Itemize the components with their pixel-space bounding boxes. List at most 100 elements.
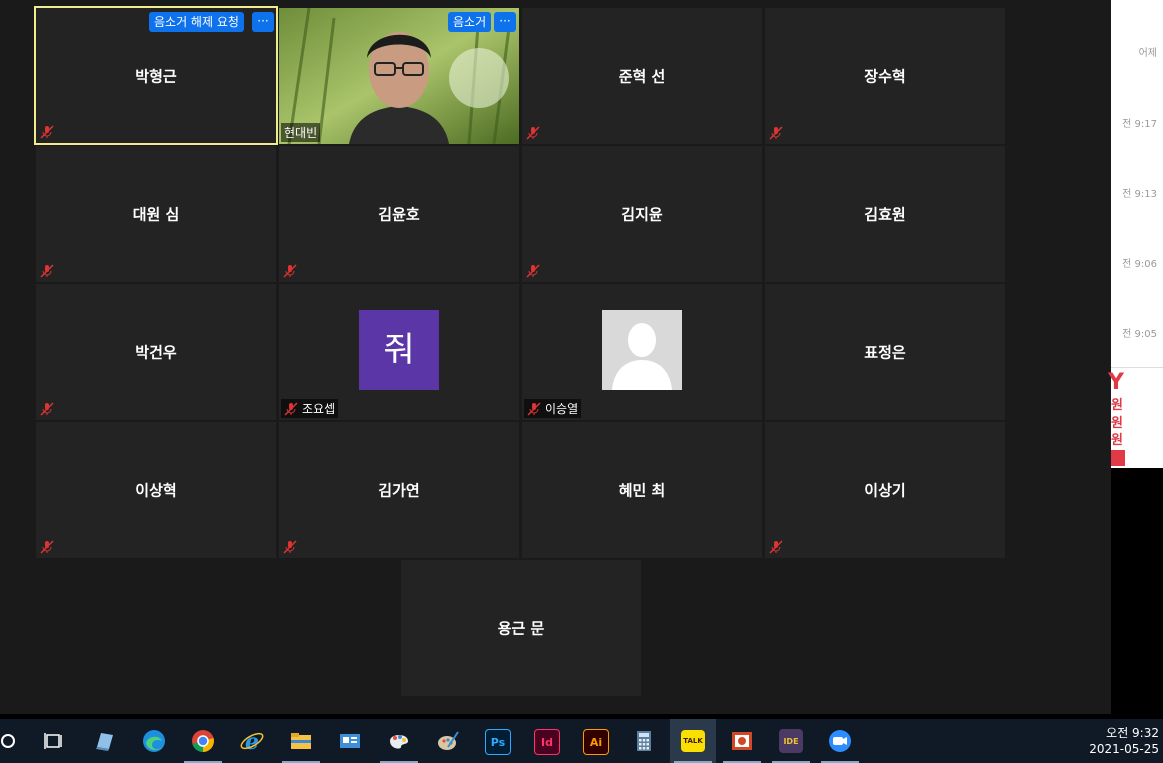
taskbar-app-explorer[interactable] xyxy=(278,719,324,763)
powerpoint-icon xyxy=(732,732,752,750)
windows-taskbar: e Ps Id Ai TALK IDE 오전 9:32 2021-05-25 xyxy=(0,719,1163,763)
ide-gear-icon: IDE xyxy=(779,729,803,753)
taskbar-app-ide[interactable]: IDE xyxy=(768,719,814,763)
more-options-button[interactable]: ··· xyxy=(252,12,274,32)
participant-tile[interactable]: 장수혁 xyxy=(765,8,1005,144)
indesign-icon: Id xyxy=(534,729,560,755)
participant-name: 김가연 xyxy=(378,481,420,500)
taskbar-search[interactable] xyxy=(0,719,32,763)
avatar: 줘 xyxy=(359,310,439,390)
clock-date: 2021-05-25 xyxy=(1089,742,1159,756)
participant-tile[interactable]: 김윤호 xyxy=(279,146,519,282)
participant-tile[interactable]: 박건우 xyxy=(36,284,276,420)
taskbar-app-illustrator[interactable]: Ai xyxy=(572,719,618,763)
chat-timestamp: 어제 xyxy=(1138,48,1157,59)
default-person-icon xyxy=(602,310,682,390)
participant-tile-active[interactable]: 박형근 음소거 해제 요청 ··· xyxy=(34,6,278,145)
taskbar-app-chrome[interactable] xyxy=(180,719,226,763)
participant-name: 이승열 xyxy=(545,402,579,416)
ie-icon: e xyxy=(240,729,264,755)
participant-tile[interactable]: 김가연 xyxy=(279,422,519,558)
participant-tile[interactable]: 김지윤 xyxy=(522,146,762,282)
participant-name: 용근 문 xyxy=(497,619,545,638)
participant-tile[interactable]: 대원 심 xyxy=(36,146,276,282)
more-options-button[interactable]: ··· xyxy=(494,12,516,32)
taskbar-app-ie[interactable]: e xyxy=(229,719,275,763)
participant-name: 김효원 xyxy=(864,205,906,224)
muted-mic-icon xyxy=(769,126,783,140)
ad-text: 원 xyxy=(1111,398,1123,413)
participant-tile[interactable]: 혜민 최 xyxy=(522,422,762,558)
muted-mic-icon xyxy=(40,402,54,416)
participant-name-tag: 현대빈 xyxy=(281,123,321,142)
participant-tile[interactable]: 이승열 xyxy=(522,284,762,420)
zoom-camera-icon xyxy=(829,730,851,752)
participant-name: 김윤호 xyxy=(378,205,420,224)
ad-text: 원 xyxy=(1111,433,1123,448)
participant-tile[interactable]: 표정은 xyxy=(765,284,1005,420)
chrome-icon xyxy=(192,730,214,752)
participant-name: 박형근 xyxy=(135,67,177,85)
participant-tile[interactable]: 이상혁 xyxy=(36,422,276,558)
participant-tile[interactable]: 김효원 xyxy=(765,146,1005,282)
taskbar-app-calculator[interactable] xyxy=(621,719,667,763)
participant-tile[interactable]: 이상기 xyxy=(765,422,1005,558)
notepad-icon xyxy=(96,733,113,751)
background-chat-window: 어제 전 9:17 전 9:13 전 9:06 전 9:05 Y 원 원 원 xyxy=(1108,0,1163,468)
participant-tile[interactable]: 용근 문 xyxy=(401,560,641,696)
ad-banner[interactable]: Y 원 원 원 xyxy=(1108,367,1163,468)
taskbar-app-indesign[interactable]: Id xyxy=(523,719,569,763)
taskbar-app-zoom[interactable] xyxy=(817,719,863,763)
avatar xyxy=(602,310,682,390)
participant-tile-video[interactable]: 음소거 ··· 현대빈 xyxy=(279,8,519,144)
muted-mic-icon xyxy=(284,401,298,416)
edge-icon xyxy=(143,730,165,752)
taskbar-app-kakaotalk[interactable]: TALK xyxy=(670,719,716,763)
muted-mic-icon xyxy=(769,540,783,554)
illustrator-icon: Ai xyxy=(583,729,609,755)
muted-mic-icon xyxy=(283,264,297,278)
task-view-icon xyxy=(44,733,62,749)
muted-mic-icon xyxy=(40,125,54,139)
clock-time: 오전 9:32 xyxy=(1106,726,1159,740)
taskbar-app-contacts[interactable] xyxy=(327,719,373,763)
participant-name: 김지윤 xyxy=(621,205,663,224)
taskbar-task-view[interactable] xyxy=(32,719,78,763)
folder-icon xyxy=(291,733,311,749)
participant-name: 준혁 선 xyxy=(618,67,666,86)
muted-mic-icon xyxy=(527,401,541,416)
svg-text:e: e xyxy=(245,729,259,755)
participant-name: 표정은 xyxy=(864,343,906,362)
photoshop-icon: Ps xyxy=(485,729,511,755)
muted-mic-icon xyxy=(526,264,540,278)
taskbar-app-photoshop[interactable]: Ps xyxy=(474,719,520,763)
chat-timestamp: 전 9:05 xyxy=(1122,329,1157,340)
kakaotalk-icon: TALK xyxy=(681,730,705,752)
participant-name: 혜민 최 xyxy=(618,481,666,500)
system-clock[interactable]: 오전 9:32 2021-05-25 xyxy=(1089,725,1159,757)
participant-name: 박건우 xyxy=(135,343,177,362)
participant-name: 장수혁 xyxy=(864,67,906,86)
muted-mic-icon xyxy=(526,126,540,140)
chat-timestamp: 전 9:13 xyxy=(1122,189,1157,200)
taskbar-app-paint3d[interactable] xyxy=(376,719,422,763)
contact-card-icon xyxy=(340,734,360,748)
unmute-request-button[interactable]: 음소거 해제 요청 xyxy=(149,12,244,32)
participant-name: 이상혁 xyxy=(135,481,177,500)
zoom-gallery-view: 박형근 음소거 해제 요청 ··· 음소거 ··· 현대빈 준혁 선 장수혁 대… xyxy=(0,0,1111,714)
participant-name: 현대빈 xyxy=(284,126,318,140)
taskbar-app-powerpoint[interactable] xyxy=(719,719,765,763)
participant-tile[interactable]: 준혁 선 xyxy=(522,8,762,144)
taskbar-app-edge[interactable] xyxy=(131,719,177,763)
participant-name-tag: 조요셉 xyxy=(281,399,339,418)
mute-button[interactable]: 음소거 xyxy=(448,12,492,32)
muted-mic-icon xyxy=(40,264,54,278)
taskbar-app-paint[interactable] xyxy=(425,719,471,763)
palette-icon xyxy=(438,731,459,750)
calculator-icon xyxy=(637,731,651,751)
participant-name-tag: 이승열 xyxy=(524,399,582,418)
participant-name: 이상기 xyxy=(864,481,906,500)
chat-timestamp: 전 9:06 xyxy=(1122,259,1157,270)
participant-tile[interactable]: 줘 조요셉 xyxy=(279,284,519,420)
taskbar-app-notepad[interactable] xyxy=(82,719,128,763)
